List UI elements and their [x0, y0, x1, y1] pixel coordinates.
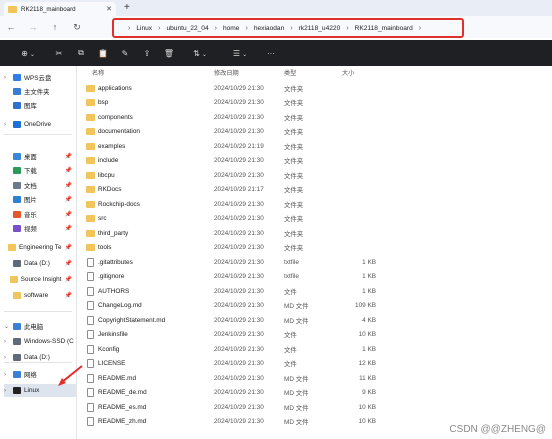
annotation-arrow: [58, 365, 83, 386]
watermark-text: CSDN @@ZHENG@: [449, 424, 546, 435]
